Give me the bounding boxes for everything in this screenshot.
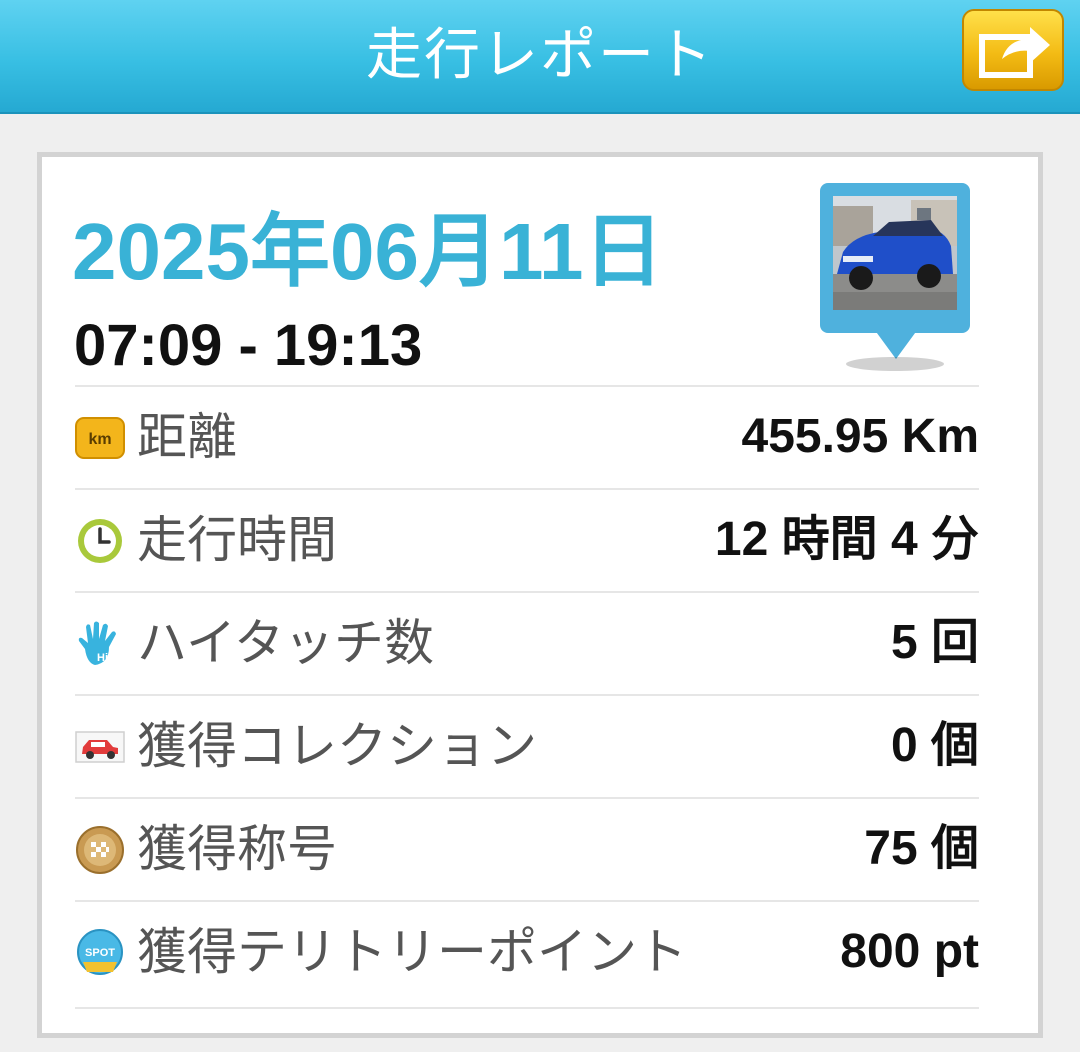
app-header: 走行レポート: [0, 0, 1080, 114]
high-five-icon-text: Hi: [97, 652, 108, 664]
stat-label-territory-points: 獲得テリトリーポイント: [137, 923, 687, 981]
title-medal-icon: [76, 826, 124, 874]
high-five-hand-icon: Hi: [78, 621, 116, 665]
report-date: 2025年06月11日: [72, 207, 664, 296]
page-title: 走行レポート: [366, 23, 714, 88]
stat-value-territory-points: 800 pt: [840, 925, 979, 978]
share-button[interactable]: [962, 9, 1064, 91]
car-photo-pin[interactable]: [816, 179, 980, 379]
car-collection-icon: [75, 731, 125, 763]
spot-icon-text: SPOT: [85, 947, 115, 959]
stat-row-territory-points: SPOT 獲得テリトリーポイント 800 pt: [75, 900, 979, 1003]
stat-label-drive-time: 走行時間: [137, 511, 337, 569]
stat-row-collection: 獲得コレクション 0 個: [75, 694, 979, 797]
stat-row-distance: km 距離 455.95 Km: [75, 385, 979, 488]
spot-badge-icon: SPOT: [77, 929, 123, 975]
km-icon-text: km: [88, 431, 111, 448]
stat-label-collection: 獲得コレクション: [137, 717, 537, 775]
pin-shadow: [846, 357, 944, 371]
divider: [75, 1007, 979, 1009]
report-card: 2025年06月11日 07:09 - 19:13 km 距離 455.95 K…: [37, 152, 1043, 1038]
clock-icon: [78, 519, 122, 563]
pin-frame: [820, 183, 970, 333]
stat-value-distance: 455.95 Km: [741, 410, 980, 463]
stat-row-drive-time: 走行時間 12 時間 4 分: [75, 488, 979, 591]
stat-value-collection: 0 個: [890, 719, 979, 772]
pin-tail: [874, 329, 918, 359]
stat-value-drive-time: 12 時間 4 分: [714, 513, 979, 566]
share-arrow-icon: [979, 27, 1050, 78]
stat-label-titles: 獲得称号: [137, 820, 337, 878]
stat-label-high-five: ハイタッチ数: [137, 614, 434, 672]
stat-label-distance: 距離: [137, 408, 237, 466]
car-photo: [833, 196, 957, 310]
stat-row-high-five: Hi ハイタッチ数 5 回: [75, 591, 979, 694]
km-icon: km: [75, 417, 125, 459]
report-time-range: 07:09 - 19:13: [74, 313, 423, 378]
stat-value-titles: 75 個: [864, 822, 979, 875]
stat-row-titles: 獲得称号 75 個: [75, 797, 979, 900]
stat-value-high-five: 5 回: [890, 616, 979, 669]
